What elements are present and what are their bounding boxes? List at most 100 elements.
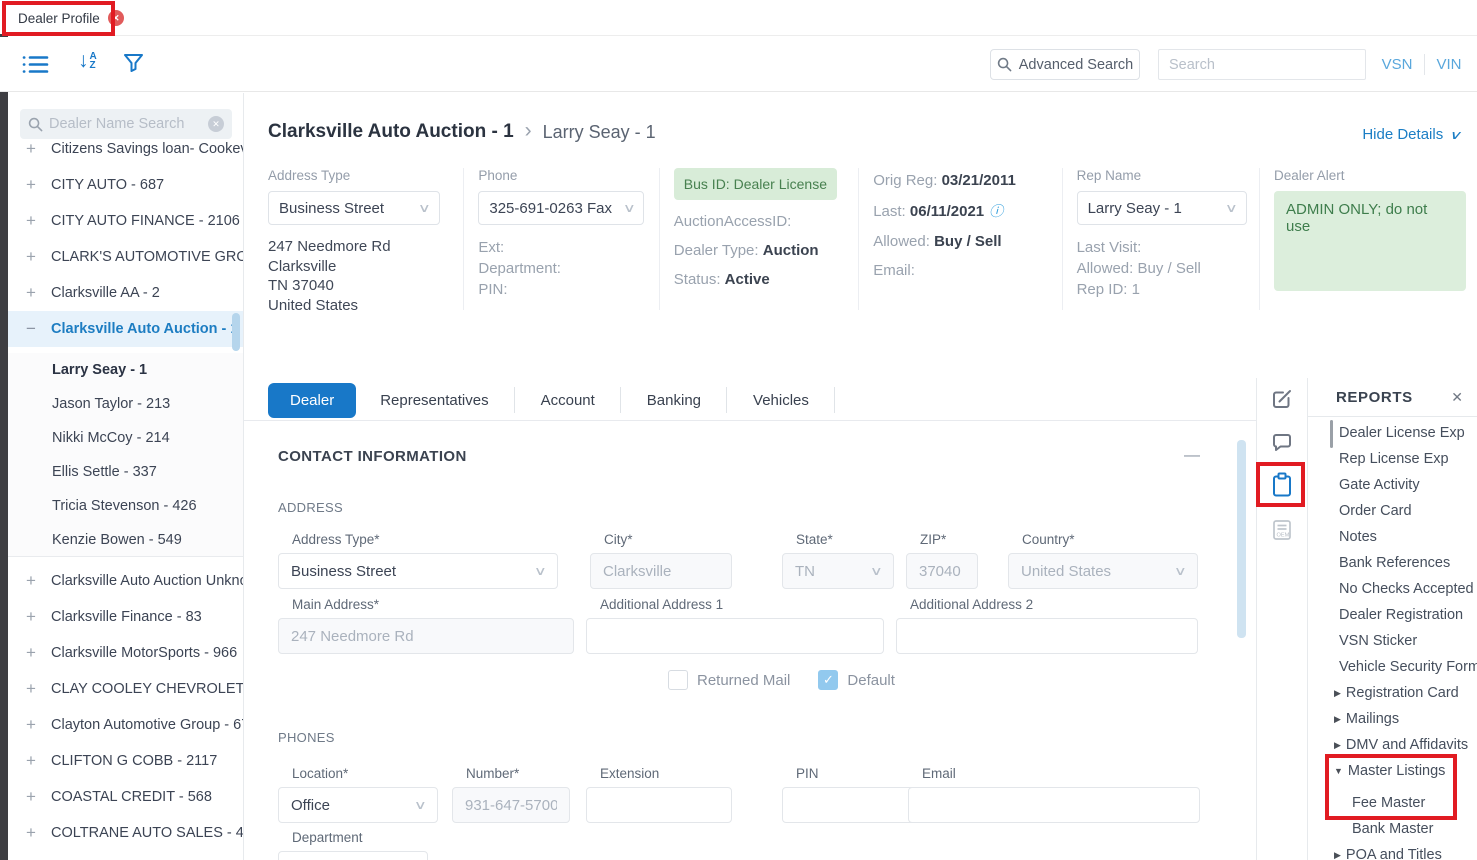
expand-arrow-icon[interactable]: ▶ xyxy=(1334,688,1341,699)
expand-arrow-icon[interactable]: ▶ xyxy=(1334,740,1341,751)
dealer-name-search-input[interactable] xyxy=(49,116,202,132)
reports-scrollbar-thumb[interactable] xyxy=(1330,420,1333,448)
dealer-tree-item[interactable]: + COLTRANE AUTO SALES - 492 xyxy=(8,815,244,851)
report-item[interactable]: ▶ DMV and Affidavits xyxy=(1308,732,1477,758)
tree-toggle-icon[interactable]: + xyxy=(26,787,51,807)
pin-input[interactable] xyxy=(782,787,922,823)
dealer-tree-item[interactable]: Kenzie Bowen - 549 xyxy=(8,523,244,557)
menu-list-icon[interactable] xyxy=(22,54,49,75)
tree-toggle-icon[interactable]: + xyxy=(26,571,51,591)
report-item[interactable]: Rep License Exp xyxy=(1308,446,1477,472)
dealer-tree-item[interactable]: + CITY AUTO - 687 xyxy=(8,167,244,203)
breadcrumb-current[interactable]: Larry Seay - 1 xyxy=(543,122,656,143)
tab-dealer-profile[interactable]: Dealer Profile xyxy=(10,6,132,30)
tab[interactable]: Banking xyxy=(647,392,701,409)
tree-toggle-icon[interactable]: + xyxy=(26,715,51,735)
report-item[interactable]: VSN Sticker xyxy=(1308,628,1477,654)
dealer-tree-item[interactable]: + CLARK'S AUTOMOTIVE GROU xyxy=(8,239,244,275)
close-icon[interactable] xyxy=(1451,389,1463,406)
tree-toggle-icon[interactable]: + xyxy=(26,175,51,195)
close-icon[interactable] xyxy=(108,10,124,26)
tree-toggle-icon[interactable]: + xyxy=(26,823,51,843)
phone-select[interactable]: 325-691-0263 Fax xyxy=(478,191,644,225)
dealer-tree-item[interactable]: Jason Taylor - 213 xyxy=(8,387,244,421)
report-item[interactable]: ▶ Registration Card xyxy=(1308,680,1477,706)
email-input[interactable] xyxy=(908,787,1200,823)
expand-arrow-icon[interactable]: ▶ xyxy=(1334,850,1341,860)
dealer-tree-item[interactable]: + CLAY COOLEY CHEVROLET - 4 xyxy=(8,671,244,707)
dealer-tree-item[interactable]: Nikki McCoy - 214 xyxy=(8,421,244,455)
oem-report-icon[interactable]: OEM xyxy=(1270,518,1294,542)
report-item[interactable]: Dealer License Exp xyxy=(1308,420,1477,446)
sidebar-scrollbar-thumb[interactable] xyxy=(232,313,240,351)
address-type-select[interactable]: Business Street xyxy=(268,191,440,225)
report-item[interactable]: ▶ POA and Titles xyxy=(1308,842,1477,860)
tree-toggle-icon[interactable]: + xyxy=(26,283,51,303)
tree-toggle-icon[interactable]: + xyxy=(26,679,51,699)
tree-toggle-icon[interactable]: + xyxy=(26,139,51,159)
department-input[interactable] xyxy=(278,851,428,860)
tab[interactable]: Vehicles xyxy=(753,392,809,409)
collapse-icon[interactable] xyxy=(1184,447,1200,465)
dealer-tree-item[interactable]: + Clarksville Auto Auction Unkno xyxy=(8,563,244,599)
dealer-tree-item[interactable]: + CLIFTON G COBB - 2117 xyxy=(8,743,244,779)
report-item[interactable]: Bank Master xyxy=(1308,816,1477,842)
expand-arrow-icon[interactable]: ▶ xyxy=(1334,714,1341,725)
address-type-select[interactable]: Business Street xyxy=(278,553,558,589)
comment-icon[interactable] xyxy=(1271,432,1294,453)
edit-icon[interactable] xyxy=(1271,388,1294,411)
report-item[interactable]: Fee Master xyxy=(1308,790,1477,816)
dealer-tree-item[interactable]: + Clarksville MotorSports - 966 xyxy=(8,635,244,671)
sort-az-icon[interactable]: ↓ AZ xyxy=(78,50,97,71)
vsn-button[interactable]: VSN xyxy=(1372,49,1422,80)
additional-address2-input[interactable] xyxy=(896,618,1198,654)
report-item[interactable]: Bank References xyxy=(1308,550,1477,576)
extension-input[interactable] xyxy=(586,787,732,823)
info-icon[interactable] xyxy=(984,203,1003,220)
global-search-input[interactable] xyxy=(1158,49,1366,80)
tree-toggle-icon[interactable]: + xyxy=(26,751,51,771)
clipboard-icon[interactable] xyxy=(1271,472,1293,498)
expand-arrow-icon[interactable]: ▼ xyxy=(1334,766,1343,776)
main-scrollbar-thumb[interactable] xyxy=(1237,440,1246,638)
default-checkbox[interactable]: Default xyxy=(818,670,895,690)
clear-search-icon[interactable] xyxy=(208,116,224,132)
breadcrumb-parent[interactable]: Clarksville Auto Auction - 1 xyxy=(268,121,514,143)
allowed: Allowed: Buy / Sell xyxy=(873,233,1061,250)
tab[interactable]: Representatives xyxy=(380,392,488,409)
hide-details-link[interactable]: Hide Details xyxy=(1362,126,1459,143)
dealer-tree-item[interactable]: + Clayton Automotive Group - 67 xyxy=(8,707,244,743)
dealer-tree-item[interactable]: + COASTAL CREDIT - 568 xyxy=(8,779,244,815)
report-item[interactable]: Order Card xyxy=(1308,498,1477,524)
tree-toggle-icon[interactable]: + xyxy=(26,643,51,663)
tree-toggle-icon[interactable]: − xyxy=(26,319,51,339)
dealer-tree-item[interactable]: Larry Seay - 1 xyxy=(8,353,244,387)
vin-button[interactable]: VIN xyxy=(1426,49,1472,80)
location-select[interactable]: Office xyxy=(278,787,438,823)
dealer-tree-item[interactable]: + CITY AUTO FINANCE - 2106 xyxy=(8,203,244,239)
tree-toggle-icon[interactable]: + xyxy=(26,211,51,231)
rep-name-select[interactable]: Larry Seay - 1 xyxy=(1077,191,1247,225)
returned-mail-checkbox[interactable]: Returned Mail xyxy=(668,670,790,690)
advanced-search-button[interactable]: Advanced Search xyxy=(990,49,1140,80)
tree-toggle-icon[interactable]: + xyxy=(26,607,51,627)
tree-toggle-icon[interactable]: + xyxy=(26,247,51,267)
report-item[interactable]: Notes xyxy=(1308,524,1477,550)
tab[interactable]: Account xyxy=(541,392,595,409)
dealer-tree-item[interactable]: + Clarksville AA - 2 xyxy=(8,275,244,311)
report-item[interactable]: No Checks Accepted xyxy=(1308,576,1477,602)
dealer-tree-item[interactable]: + Clarksville Finance - 83 xyxy=(8,599,244,635)
report-item[interactable]: ▼ Master Listings xyxy=(1308,758,1477,784)
checkbox-unchecked-icon xyxy=(668,670,688,690)
report-item[interactable]: Gate Activity xyxy=(1308,472,1477,498)
dealer-tree-item[interactable]: + Citizens Savings loan- Cookevi xyxy=(8,131,244,167)
dealer-tree-item[interactable]: Ellis Settle - 337 xyxy=(8,455,244,489)
dealer-tree-item[interactable]: Tricia Stevenson - 426 xyxy=(8,489,244,523)
additional-address1-input[interactable] xyxy=(586,618,884,654)
dealer-tree-item[interactable]: − Clarksville Auto Auction - 1 xyxy=(8,311,244,347)
report-item[interactable]: Vehicle Security Form xyxy=(1308,654,1477,680)
report-item[interactable]: Dealer Registration xyxy=(1308,602,1477,628)
tab[interactable]: Dealer xyxy=(268,383,356,418)
filter-icon[interactable] xyxy=(123,53,144,73)
report-item[interactable]: ▶ Mailings xyxy=(1308,706,1477,732)
